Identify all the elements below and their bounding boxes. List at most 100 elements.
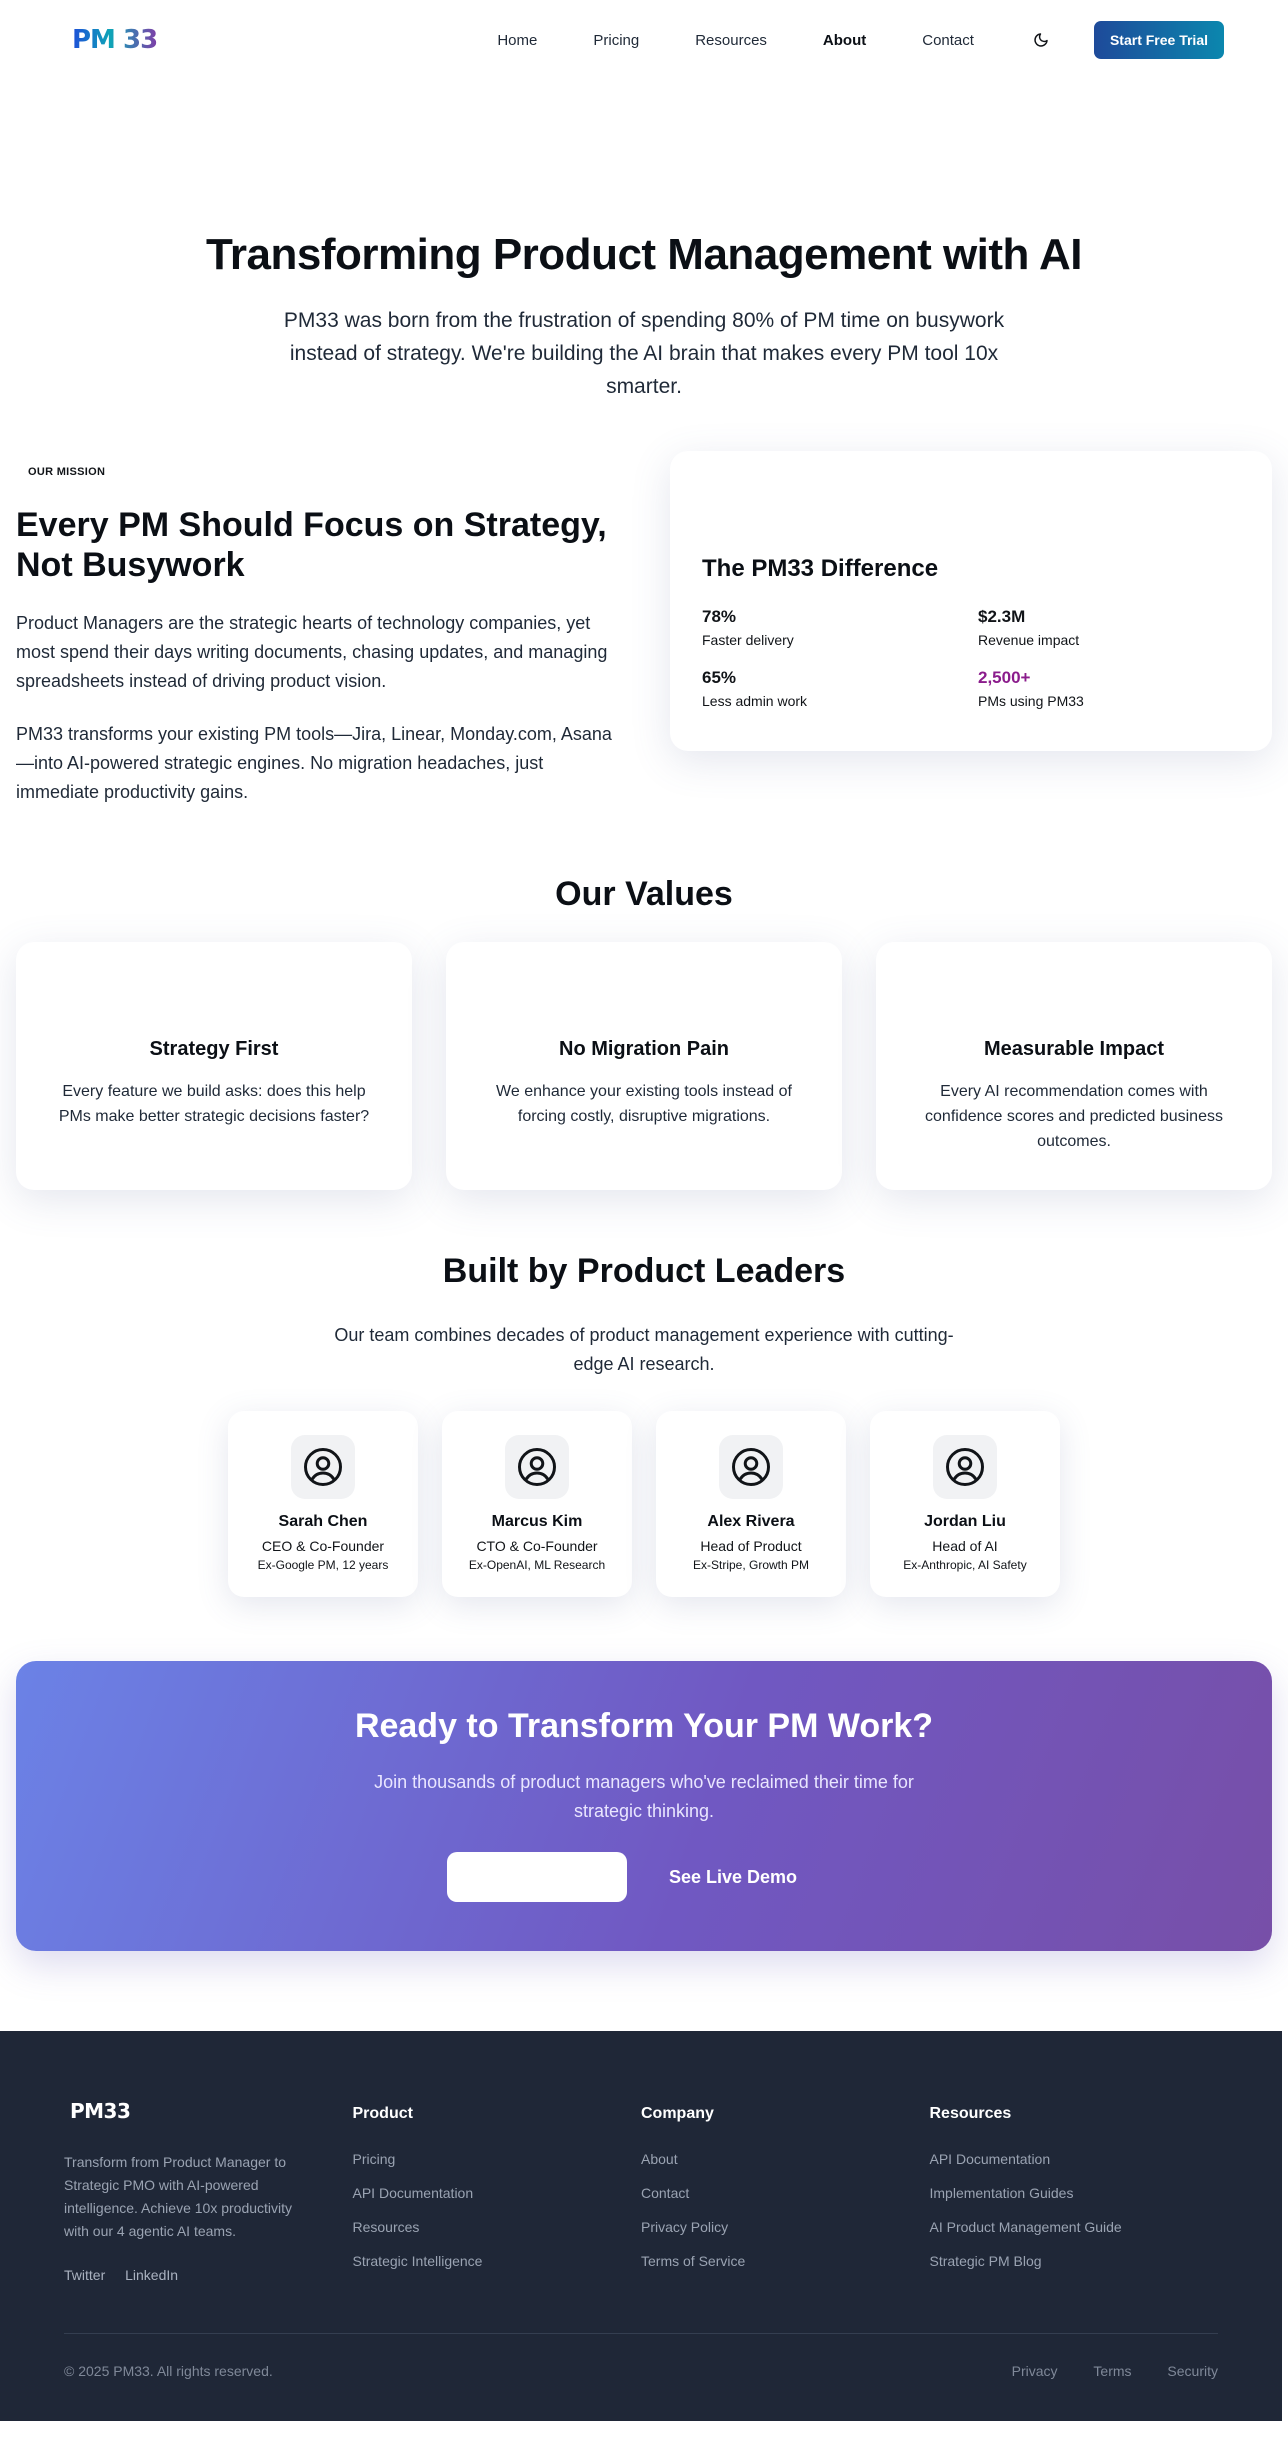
legal-links: Privacy Terms Security: [980, 2363, 1218, 2379]
stat-label: PMs using PM33: [978, 693, 1084, 709]
team-member-name: Marcus Kim: [491, 1513, 583, 1530]
mission-heading: Every PM Should Focus on Strategy, Not B…: [16, 506, 607, 584]
hero: Transforming Product Management with AI …: [0, 80, 1288, 403]
mission-eyebrow: OUR MISSION: [28, 466, 106, 478]
user-avatar-icon: [933, 1435, 997, 1499]
value-card-text: Every AI recommendation comes with confi…: [925, 1083, 1223, 1150]
nav-home[interactable]: Home: [497, 32, 537, 49]
footer-link[interactable]: Terms of Service: [641, 2253, 930, 2269]
start-free-trial-button[interactable]: Start Free Trial: [1093, 21, 1224, 59]
footer-column-company: Company About Contact Privacy Policy Ter…: [641, 2099, 930, 2287]
value-card: Strategy First Every feature we build as…: [16, 942, 412, 1190]
nav-pricing[interactable]: Pricing: [593, 32, 639, 49]
footer-links: About Contact Privacy Policy Terms of Se…: [641, 2151, 930, 2269]
stat-item: $2.3M Revenue impact: [978, 607, 1240, 648]
team-member-bio: Ex-Stripe, Growth PM: [692, 1558, 810, 1572]
mission-text: OUR MISSION Every PM Should Focus on Str…: [16, 461, 616, 807]
stat-value: 78%: [702, 607, 737, 626]
stats-grid: 78% Faster delivery $2.3M Revenue impact…: [702, 607, 1240, 709]
footer-link[interactable]: API Documentation: [353, 2185, 642, 2201]
values-section: Strategy First Every feature we build as…: [0, 942, 1288, 1190]
mission-paragraph: Product Managers are the strategic heart…: [16, 613, 608, 691]
footer-link[interactable]: Resources: [353, 2219, 642, 2235]
team-member-name: Alex Rivera: [707, 1513, 795, 1530]
nav-resources[interactable]: Resources: [695, 32, 767, 49]
stat-value: 2,500+: [978, 668, 1031, 687]
cta-banner: Ready to Transform Your PM Work? Join th…: [16, 1661, 1272, 1951]
footer-links: Pricing API Documentation Resources Stra…: [353, 2151, 642, 2269]
team-section: Sarah Chen CEO & Co-Founder Ex-Google PM…: [0, 1411, 1288, 1597]
team-subtitle: Our team combines decades of product man…: [334, 1325, 954, 1374]
footer-column-product: Product Pricing API Documentation Resour…: [353, 2099, 642, 2287]
footer-link[interactable]: API Documentation: [930, 2151, 1219, 2167]
team-title: Built by Product Leaders: [442, 1252, 846, 1290]
cta-primary-button[interactable]: [446, 1852, 627, 1902]
value-card: Measurable Impact Every AI recommendatio…: [876, 942, 1272, 1190]
team-member-card: Marcus Kim CTO & Co-Founder Ex-OpenAI, M…: [442, 1411, 632, 1597]
see-live-demo-button[interactable]: See Live Demo: [669, 1867, 797, 1888]
footer-links: API Documentation Implementation Guides …: [930, 2151, 1219, 2269]
footer-link[interactable]: About: [641, 2151, 930, 2167]
privacy-link[interactable]: Privacy: [1012, 2363, 1058, 2379]
linkedin-link[interactable]: LinkedIn: [125, 2267, 178, 2283]
main-nav: Home Pricing Resources About Contact Sta…: [441, 21, 1224, 59]
team-member-role: Head of Product: [700, 1538, 802, 1554]
nav-about[interactable]: About: [823, 32, 866, 49]
hero-subtitle: PM33 was born from the frustration of sp…: [283, 309, 1005, 398]
user-avatar-icon: [505, 1435, 569, 1499]
footer-social: Twitter LinkedIn: [64, 2267, 353, 2283]
footer-heading: Company: [641, 2105, 714, 2122]
user-avatar-icon: [291, 1435, 355, 1499]
page-title: Transforming Product Management with AI: [205, 230, 1083, 279]
footer-bottom: © 2025 PM33. All rights reserved. Privac…: [64, 2363, 1218, 2379]
twitter-link[interactable]: Twitter: [64, 2267, 105, 2283]
footer-link[interactable]: Contact: [641, 2185, 930, 2201]
value-card-title: Strategy First: [149, 1038, 279, 1060]
footer-description: Transform from Product Manager to Strate…: [64, 2154, 293, 2239]
footer-link[interactable]: AI Product Management Guide: [930, 2219, 1219, 2235]
stat-value: $2.3M: [978, 607, 1026, 626]
footer-link[interactable]: Privacy Policy: [641, 2219, 930, 2235]
values-title: Our Values: [555, 875, 733, 913]
mission-paragraph: PM33 transforms your existing PM tools—J…: [16, 724, 612, 802]
user-avatar-icon: [719, 1435, 783, 1499]
copyright: © 2025 PM33. All rights reserved.: [64, 2363, 273, 2379]
team-member-role: CTO & Co-Founder: [476, 1538, 598, 1554]
footer-link[interactable]: Pricing: [353, 2151, 642, 2167]
team-member-card: Jordan Liu Head of AI Ex-Anthropic, AI S…: [870, 1411, 1060, 1597]
stat-item: 78% Faster delivery: [702, 607, 978, 648]
value-card-title: Measurable Impact: [983, 1038, 1165, 1060]
footer-link[interactable]: Strategic PM Blog: [930, 2253, 1219, 2269]
team-member-name: Jordan Liu: [924, 1513, 1006, 1530]
difference-card: The PM33 Difference 78% Faster delivery …: [670, 451, 1272, 751]
logo[interactable]: PM 33: [72, 25, 158, 55]
team-member-role: Head of AI: [932, 1538, 998, 1554]
team-member-card: Sarah Chen CEO & Co-Founder Ex-Google PM…: [228, 1411, 418, 1597]
nav-contact[interactable]: Contact: [922, 32, 974, 49]
cta-title: Ready to Transform Your PM Work?: [354, 1707, 934, 1745]
moon-icon[interactable]: [1030, 29, 1052, 51]
footer-link[interactable]: Strategic Intelligence: [353, 2253, 642, 2269]
terms-link[interactable]: Terms: [1093, 2363, 1131, 2379]
value-card: No Migration Pain We enhance your existi…: [446, 942, 842, 1190]
team-member-card: Alex Rivera Head of Product Ex-Stripe, G…: [656, 1411, 846, 1597]
value-card-title: No Migration Pain: [559, 1038, 729, 1060]
stat-label: Faster delivery: [702, 632, 794, 648]
stat-label: Revenue impact: [978, 632, 1080, 648]
footer-brand: PM33 Transform from Product Manager to S…: [64, 2099, 353, 2287]
footer-heading: Product: [352, 2105, 413, 2122]
team-member-bio: Ex-Anthropic, AI Safety: [903, 1558, 1027, 1572]
site-footer: PM33 Transform from Product Manager to S…: [0, 2031, 1282, 2421]
cta-actions: See Live Demo: [16, 1852, 1272, 1902]
footer-divider: [64, 2333, 1218, 2334]
footer-column-resources: Resources API Documentation Implementati…: [930, 2099, 1219, 2287]
footer-link[interactable]: Implementation Guides: [930, 2185, 1219, 2201]
security-link[interactable]: Security: [1167, 2363, 1218, 2379]
team-member-role: CEO & Co-Founder: [261, 1538, 385, 1554]
difference-card-title: The PM33 Difference: [702, 555, 939, 582]
stat-label: Less admin work: [702, 693, 808, 709]
cta-subtitle: Join thousands of product managers who'v…: [374, 1772, 914, 1821]
stat-value: 65%: [702, 668, 737, 687]
team-member-bio: Ex-Google PM, 12 years: [257, 1558, 389, 1572]
footer-logo[interactable]: PM33: [70, 2099, 353, 2123]
